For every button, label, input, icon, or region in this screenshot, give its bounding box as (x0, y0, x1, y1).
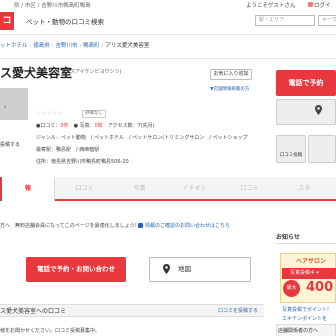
reviews-count[interactable]: 0件 (60, 123, 68, 129)
rating-stars-icon: ☆☆☆☆☆ (36, 110, 63, 117)
tab-info[interactable]: 報 (0, 177, 55, 201)
add-favorite-button[interactable]: お気に入り追加 (210, 69, 252, 80)
site-title: ペット・動物の口コミ検索 (26, 18, 104, 26)
tab-reviews[interactable]: 口コミ (57, 177, 112, 201)
breadcrumb-item[interactable]: ットホテル (0, 43, 28, 49)
shop-station: 最寄駅：鴨島駅 / 西麻植駅 (36, 147, 100, 153)
breadcrumb-divider (0, 58, 336, 59)
tab-photos[interactable]: 写真 (112, 177, 167, 201)
map-button[interactable] (276, 99, 336, 125)
calendar-button[interactable] (308, 135, 336, 163)
shop-stats: ●口コミ：0件 ● 写真：0枚 アクセス数：7(先月) (36, 122, 155, 129)
unrated-badge: 評価なし (82, 110, 106, 118)
region-breadcrumb[interactable]: 県 / 市区 / 吉野川市鴨島町鴨島 (14, 1, 91, 9)
reviews-section-body: 様をお聞かせください。口コミ投稿募集中。 (0, 328, 101, 334)
breadcrumb-current: アリス愛犬美容室 (105, 43, 150, 49)
reviews-section-title: ス愛犬美容室への口コミ (0, 308, 67, 315)
access-label: アクセス数： (102, 123, 138, 129)
tab-reviews-2[interactable]: 口コミ (222, 177, 277, 201)
banner-badge: 最大 (283, 280, 300, 297)
banner-title: ヘアサロン (296, 258, 327, 265)
tab-recommend[interactable]: イチオシ (167, 177, 222, 201)
shop-address: 住所：徳島県吉野川市鴨島町鴨島506-20 (36, 159, 129, 165)
keyword-search-input[interactable]: キーワ (318, 15, 336, 26)
access-count: 7(先月) (137, 123, 155, 129)
post-review-button[interactable] (276, 135, 306, 163)
sidebar-link[interactable]: エキテンポイントを (282, 315, 327, 322)
sidebar-divider (276, 243, 336, 244)
shop-kana: (アリスアイケンビヨウシツ) (58, 69, 122, 75)
photos-count[interactable]: 0枚 (95, 123, 103, 129)
owner-section-title: 店舗関係者の方へ (278, 328, 319, 334)
sidebar-link[interactable]: 写真投稿でポイント! (282, 306, 329, 313)
call-reserve-button[interactable]: 電話で予約 (276, 70, 336, 96)
breadcrumb-item[interactable]: 徳島県 (33, 43, 50, 49)
breadcrumb: ットホテル › 徳島県 › 吉野川市 › 鴨島町 › アリス愛犬美容室 (0, 43, 150, 49)
breadcrumb-item[interactable]: 鴨島町 (83, 43, 100, 49)
owner-notice: 方へ 無料店舗会員になってこのページを最適化しましょう！ (0, 223, 140, 229)
listing-note-link[interactable]: ▼店舗情報掲載の方 (210, 86, 249, 92)
map-pin-icon (315, 105, 322, 115)
photos-label: ● 写真： (68, 123, 95, 129)
welcome-text: ようこそゲストさん (246, 3, 296, 9)
notice-icon (138, 223, 143, 228)
shop-genre: ジャンル：ペット動物 / ペットホテル / ペットサロン(トリミングサロン / … (36, 135, 248, 141)
post-review-label: 口コミ投稿 (279, 153, 303, 158)
reviews-label: ●口コミ： (36, 123, 61, 129)
photo-label: s (4, 104, 7, 109)
map-pin-icon (163, 264, 170, 274)
call-inquiry-button[interactable]: 電話で予約・お問い合わせ (26, 257, 126, 282)
breadcrumb-item[interactable]: 吉野川市 (55, 43, 77, 49)
post-review-link[interactable]: 口コミを投稿する (218, 307, 258, 314)
banner-subtitle: 写真投稿キャ (282, 268, 336, 279)
login-icon[interactable] (308, 2, 313, 7)
post-photo-button[interactable]: 投稿する (0, 140, 28, 151)
inquiry-link[interactable]: 情報のご確認のお問い合わせはこちら (145, 222, 230, 229)
site-logo[interactable]: コ (0, 12, 14, 30)
login-link[interactable]: ログイ (314, 1, 331, 9)
area-search-input[interactable]: 駅・エリア (255, 15, 315, 26)
tab-staff[interactable]: スタ (277, 177, 332, 201)
header-divider (0, 34, 336, 35)
sidebar-notice-title: お知らせ (276, 234, 300, 241)
banner-amount: 400 (306, 280, 334, 295)
